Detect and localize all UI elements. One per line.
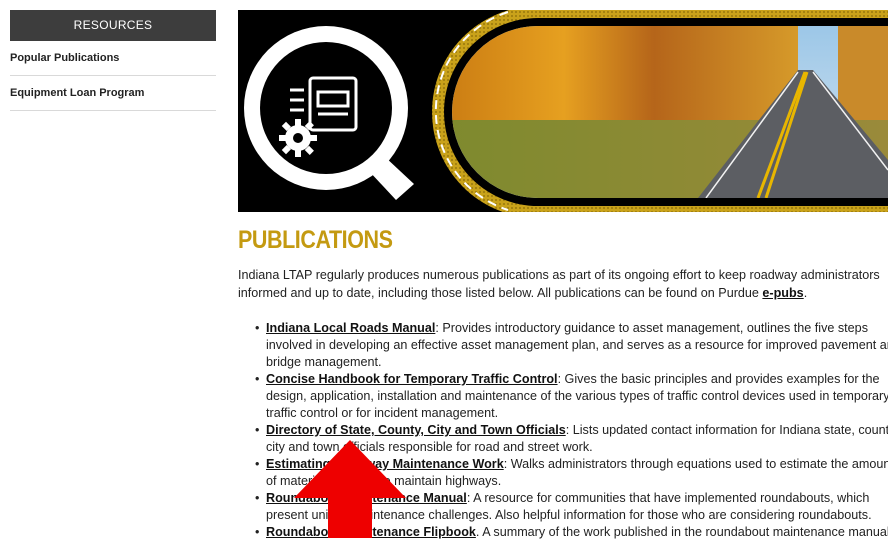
list-item: Indiana Local Roads Manual: Provides int… xyxy=(255,320,888,371)
sidebar-item-popular-publications[interactable]: Popular Publications xyxy=(10,41,216,76)
e-pubs-link[interactable]: e-pubs xyxy=(762,286,803,300)
publications-banner xyxy=(238,10,888,212)
temporary-traffic-control-handbook-link[interactable]: Concise Handbook for Temporary Traffic C… xyxy=(266,372,558,386)
page-title: PUBLICATIONS xyxy=(238,226,393,254)
intro-paragraph: Indiana LTAP regularly produces numerous… xyxy=(238,266,888,302)
red-arrow-up-icon xyxy=(294,440,406,538)
list-item-description: . A summary of the work published in the… xyxy=(475,525,888,539)
directory-of-officials-link[interactable]: Directory of State, County, City and Tow… xyxy=(266,423,566,437)
sidebar: RESOURCES Popular Publications Equipment… xyxy=(10,10,216,111)
intro-end: . xyxy=(803,286,808,300)
list-item: Concise Handbook for Temporary Traffic C… xyxy=(255,371,888,422)
sidebar-header: RESOURCES xyxy=(10,10,216,41)
sidebar-item-equipment-loan-program[interactable]: Equipment Loan Program xyxy=(10,76,216,111)
indiana-local-roads-manual-link[interactable]: Indiana Local Roads Manual xyxy=(266,321,435,335)
